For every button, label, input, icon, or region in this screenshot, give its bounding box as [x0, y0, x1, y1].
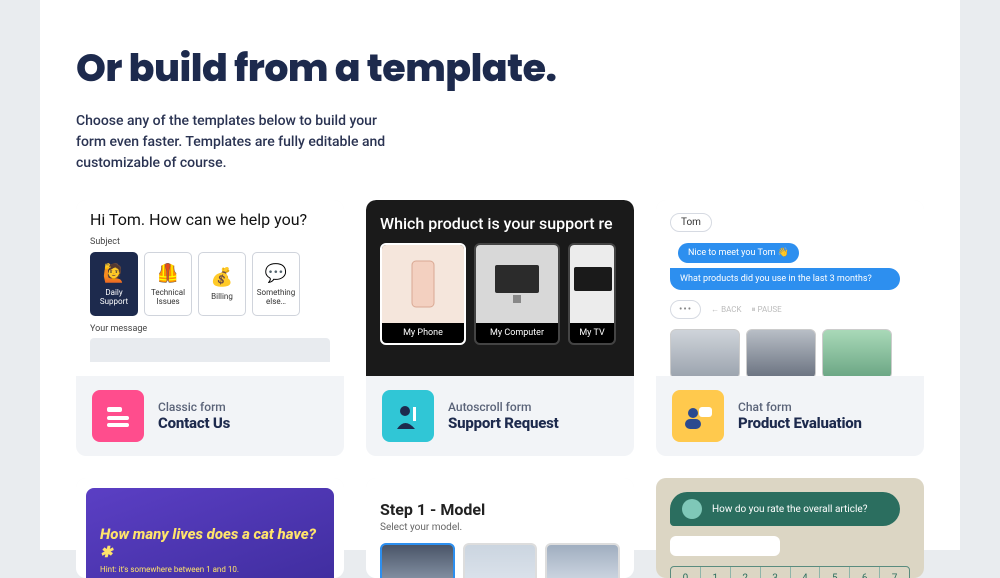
- tv-image: [570, 245, 614, 323]
- preview-option-label: My Phone: [382, 323, 464, 343]
- preview-greeting: Hi Tom. How can we help you?: [90, 210, 330, 229]
- preview-option-label: Something else…: [255, 288, 297, 306]
- preview-bubble-question: What products did you use in the last 3 …: [670, 268, 900, 290]
- preview-bubble-greeting: Nice to meet you Tom 👋: [678, 243, 799, 263]
- scale-cell: 5: [820, 567, 850, 578]
- preview-option-row: My Phone My Computer My: [380, 243, 634, 345]
- vest-icon: 🦺: [157, 263, 179, 284]
- product-image: [746, 329, 816, 376]
- preview-textarea-placeholder: [90, 338, 330, 362]
- page-subtitle: Choose any of the templates below to bui…: [76, 111, 396, 174]
- preview-option-else: 💬 Something else…: [252, 252, 300, 316]
- preview-option-computer: My Computer: [474, 243, 560, 345]
- preview-option-technical: 🦺 Technical Issues: [144, 252, 192, 316]
- template-preview: How many lives does a cat have? ✱ Hint: …: [76, 478, 344, 578]
- preview-name-chip: Tom: [670, 213, 712, 232]
- preview-option-billing: 💰 Billing: [198, 252, 246, 316]
- card-footer: Classic form Contact Us: [76, 376, 344, 456]
- preview-hint: Hint: it's somewhere between 1 and 10.: [100, 565, 320, 574]
- page-title: Or build from a template.: [76, 40, 924, 97]
- preview-option-label: My TV: [570, 323, 614, 343]
- form-icon: [92, 390, 144, 442]
- preview-option-label: Technical Issues: [147, 288, 189, 306]
- preview-prompt: Which product is your support re: [380, 214, 634, 233]
- model-image: [463, 543, 538, 578]
- preview-option-daily-support: 🙋 Daily Support: [90, 252, 138, 316]
- template-preview: How do you rate the overall article? 0 1…: [656, 478, 924, 578]
- preview-question: How do you rate the overall article?: [712, 504, 867, 515]
- preview-step-subtitle: Select your model.: [380, 522, 620, 533]
- product-image: [670, 329, 740, 376]
- phone-image: [382, 245, 464, 323]
- template-title: Product Evaluation: [738, 414, 862, 432]
- preview-rating-scale: 0 1 2 3 4 5 6 7: [670, 566, 910, 578]
- scale-cell: 1: [701, 567, 731, 578]
- scale-cell: 0: [671, 567, 701, 578]
- money-icon: 💰: [211, 267, 233, 288]
- scale-cell: 6: [850, 567, 880, 578]
- template-card-article-rating[interactable]: How do you rate the overall article? 0 1…: [656, 478, 924, 578]
- card-footer: Autoscroll form Support Request: [366, 376, 634, 456]
- preview-option-label: Daily Support: [93, 288, 135, 306]
- preview-question: How many lives does a cat have? ✱: [100, 525, 320, 561]
- preview-model-row: [380, 543, 620, 578]
- chat-icon: [672, 390, 724, 442]
- template-preview: Which product is your support re My Phon…: [366, 200, 634, 376]
- preview-pause-label: ⏸ PAUSE: [752, 305, 782, 315]
- preview-option-label: My Computer: [476, 323, 558, 343]
- model-image: [545, 543, 620, 578]
- template-card-quiz[interactable]: How many lives does a cat have? ✱ Hint: …: [76, 478, 344, 578]
- template-card-product-evaluation[interactable]: Tom Nice to meet you Tom 👋 What products…: [656, 200, 924, 456]
- template-preview: Hi Tom. How can we help you? Subject 🙋 D…: [76, 200, 344, 376]
- page: Or build from a template. Choose any of …: [40, 0, 960, 550]
- preview-toolbar: ••• ← BACK ⏸ PAUSE: [670, 300, 910, 319]
- preview-message-label: Your message: [90, 324, 330, 334]
- model-image: [380, 543, 455, 578]
- scale-cell: 3: [761, 567, 791, 578]
- template-card-contact-us[interactable]: Hi Tom. How can we help you? Subject 🙋 D…: [76, 200, 344, 456]
- template-card-model-step[interactable]: Step 1 - Model Select your model.: [366, 478, 634, 578]
- preview-bot-bubble: How do you rate the overall article?: [670, 492, 900, 526]
- scale-cell: 7: [880, 567, 909, 578]
- preview-option-tv: My TV: [568, 243, 616, 345]
- avatar-icon: [682, 499, 702, 519]
- template-type: Autoscroll form: [448, 400, 559, 414]
- template-grid: Hi Tom. How can we help you? Subject 🙋 D…: [76, 200, 924, 578]
- scale-cell: 4: [791, 567, 821, 578]
- template-card-support-request[interactable]: Which product is your support re My Phon…: [366, 200, 634, 456]
- typing-indicator-icon: •••: [670, 300, 701, 319]
- template-type: Chat form: [738, 400, 862, 414]
- scale-cell: 2: [731, 567, 761, 578]
- preview-option-row: 🙋 Daily Support 🦺 Technical Issues 💰 Bil…: [90, 252, 330, 316]
- preview-option-label: Billing: [211, 292, 233, 301]
- template-title: Contact Us: [158, 414, 230, 432]
- preview-subject-label: Subject: [90, 237, 330, 247]
- preview-option-phone: My Phone: [380, 243, 466, 345]
- preview-input-box: [670, 536, 780, 556]
- computer-image: [476, 245, 558, 323]
- person-icon: [382, 390, 434, 442]
- preview-image-row: [670, 329, 910, 376]
- template-preview: Step 1 - Model Select your model.: [366, 478, 634, 578]
- template-title: Support Request: [448, 414, 559, 432]
- preview-step-title: Step 1 - Model: [380, 500, 620, 519]
- preview-back-label: ← BACK: [711, 305, 741, 314]
- speech-icon: 💬: [265, 263, 287, 284]
- template-type: Classic form: [158, 400, 230, 414]
- product-image: [822, 329, 892, 376]
- wave-icon: 🙋: [103, 263, 125, 284]
- card-footer: Chat form Product Evaluation: [656, 376, 924, 456]
- template-preview: Tom Nice to meet you Tom 👋 What products…: [656, 200, 924, 376]
